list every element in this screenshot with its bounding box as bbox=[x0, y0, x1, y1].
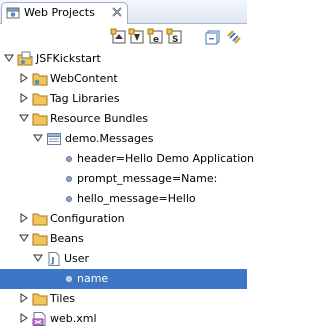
tree-item-property-hello-message[interactable]: hello_message=Hello bbox=[0, 189, 247, 209]
svg-text:S: S bbox=[172, 35, 178, 45]
tree-item-name[interactable]: name bbox=[0, 269, 247, 289]
web-projects-view-icon bbox=[6, 6, 20, 23]
tree-item-label: Resource Bundles bbox=[50, 112, 148, 125]
tree-item-user[interactable]: J User bbox=[0, 249, 247, 269]
folder-icon bbox=[32, 291, 48, 310]
tree-item-label: web.xml bbox=[50, 312, 97, 325]
chevron-down-icon[interactable] bbox=[33, 133, 43, 146]
property-icon bbox=[61, 271, 77, 290]
view-toolbar: e S bbox=[0, 24, 247, 48]
xml-file-icon bbox=[32, 311, 48, 330]
project-icon bbox=[17, 51, 33, 70]
chevron-right-icon[interactable] bbox=[19, 293, 29, 306]
properties-file-icon bbox=[46, 131, 62, 150]
tree-item-configuration[interactable]: Configuration bbox=[0, 209, 247, 229]
new-page-icon[interactable]: e bbox=[147, 28, 165, 46]
new-script-icon[interactable]: S bbox=[166, 28, 184, 46]
tree-item-label: Beans bbox=[50, 232, 84, 245]
folder-icon bbox=[32, 91, 48, 110]
tree-item-label: name bbox=[77, 272, 109, 285]
tree-item-label: Configuration bbox=[50, 212, 125, 225]
chevron-right-icon[interactable] bbox=[19, 213, 29, 226]
chevron-down-icon[interactable] bbox=[19, 113, 29, 126]
folder-icon bbox=[32, 231, 48, 250]
view-title-bar: Web Projects bbox=[0, 0, 247, 24]
folder-icon bbox=[32, 211, 48, 230]
view-tab-web-projects[interactable]: Web Projects bbox=[1, 2, 128, 24]
tree-item-label: WebContent bbox=[50, 72, 118, 85]
tree-item-label: demo.Messages bbox=[65, 132, 154, 145]
new-action-icon[interactable] bbox=[110, 28, 128, 46]
link-with-editor-icon[interactable] bbox=[225, 28, 243, 46]
chevron-down-icon[interactable] bbox=[33, 253, 43, 266]
tree-item-tiles[interactable]: Tiles bbox=[0, 289, 247, 309]
tree-item-jsfkickstart[interactable]: JSFKickstart bbox=[0, 49, 247, 69]
tree-item-label: User bbox=[64, 252, 90, 265]
new-bean-icon[interactable] bbox=[128, 28, 146, 46]
tree-item-label: Tiles bbox=[50, 292, 75, 305]
tree-item-demo-messages[interactable]: demo.Messages bbox=[0, 129, 247, 149]
collapse-all-icon[interactable] bbox=[204, 28, 222, 46]
java-class-icon: J bbox=[46, 251, 62, 270]
tree-item-property-prompt-message[interactable]: prompt_message=Name: bbox=[0, 169, 247, 189]
chevron-down-icon[interactable] bbox=[4, 53, 14, 66]
tree-item-label: prompt_message=Name: bbox=[77, 172, 218, 185]
svg-text:e: e bbox=[153, 35, 159, 45]
tree-item-resource-bundles[interactable]: Resource Bundles bbox=[0, 109, 247, 129]
tree-item-label: hello_message=Hello bbox=[77, 192, 196, 205]
view-title: Web Projects bbox=[24, 6, 95, 19]
tree-item-label: Tag Libraries bbox=[50, 92, 120, 105]
tree-item-property-header[interactable]: header=Hello Demo Application bbox=[0, 149, 254, 170]
tree-item-label: JSFKickstart bbox=[36, 52, 101, 65]
tree-item-tag-libraries[interactable]: Tag Libraries bbox=[0, 89, 247, 109]
folder-icon bbox=[32, 71, 48, 90]
tree-item-web-xml[interactable]: web.xml bbox=[0, 309, 247, 329]
folder-icon bbox=[32, 111, 48, 130]
chevron-right-icon[interactable] bbox=[19, 313, 29, 326]
property-icon bbox=[61, 191, 77, 210]
chevron-right-icon[interactable] bbox=[19, 73, 29, 86]
chevron-down-icon[interactable] bbox=[19, 233, 29, 246]
tree-item-webcontent[interactable]: WebContent bbox=[0, 69, 247, 89]
chevron-right-icon[interactable] bbox=[19, 93, 29, 106]
close-icon[interactable] bbox=[112, 7, 122, 20]
svg-text:J: J bbox=[51, 256, 55, 265]
property-icon bbox=[61, 171, 77, 190]
tree-item-label: header=Hello Demo Application bbox=[77, 152, 254, 165]
tree-item-beans[interactable]: Beans bbox=[0, 229, 247, 249]
property-icon bbox=[61, 151, 77, 170]
